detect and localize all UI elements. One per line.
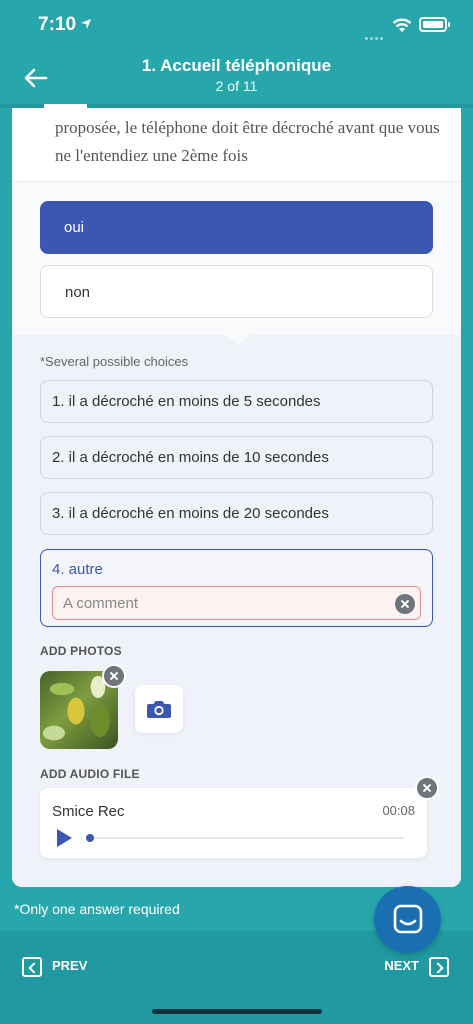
audio-progress-track[interactable] bbox=[89, 837, 404, 839]
audio-player: Smice Rec 00:08 bbox=[40, 788, 427, 858]
chevron-left-icon bbox=[22, 956, 42, 977]
audio-name: Smice Rec bbox=[52, 803, 125, 820]
play-icon[interactable] bbox=[57, 829, 72, 847]
next-button[interactable]: NEXT bbox=[384, 955, 449, 977]
remove-audio-icon[interactable] bbox=[415, 776, 439, 800]
chevron-right-icon bbox=[429, 956, 449, 977]
footnote: *Only one answer required bbox=[14, 901, 180, 917]
answers-area: oui non bbox=[12, 181, 461, 335]
prev-label: PREV bbox=[52, 958, 88, 973]
choice-option-1[interactable]: 1. il a décroché en moins de 5 secondes bbox=[40, 380, 433, 423]
clear-comment-icon[interactable] bbox=[395, 594, 415, 614]
status-time: 7:10 bbox=[38, 14, 77, 35]
choice-option-2[interactable]: 2. il a décroché en moins de 10 secondes bbox=[40, 436, 433, 479]
question-card: proposée, le téléphone doit être décroch… bbox=[12, 108, 461, 887]
next-label: NEXT bbox=[384, 958, 419, 973]
home-indicator bbox=[152, 1009, 322, 1014]
choice-option-3[interactable]: 3. il a décroché en moins de 20 secondes bbox=[40, 492, 433, 535]
wifi-icon bbox=[392, 18, 412, 32]
details-panel: *Several possible choices 1. il a décroc… bbox=[12, 323, 461, 887]
header: 1. Accueil téléphonique 2 of 11 bbox=[0, 50, 473, 108]
page-title: 1. Accueil téléphonique bbox=[141, 56, 332, 75]
comment-input[interactable] bbox=[52, 586, 421, 620]
question-text: proposée, le téléphone doit être décroch… bbox=[55, 118, 440, 165]
choice-option-4[interactable]: 4. autre bbox=[40, 549, 433, 627]
audio-duration: 00:08 bbox=[382, 803, 415, 818]
choices-note: *Several possible choices bbox=[40, 354, 189, 369]
add-photos-label: ADD PHOTOS bbox=[40, 644, 122, 658]
status-bar: 7:10 bbox=[0, 0, 473, 50]
add-audio-label: ADD AUDIO FILE bbox=[40, 767, 140, 781]
answer-non-button[interactable]: non bbox=[40, 265, 433, 318]
battery-icon bbox=[419, 17, 450, 32]
remove-photo-icon[interactable] bbox=[102, 664, 126, 688]
prev-button[interactable]: PREV bbox=[22, 955, 87, 977]
chat-icon bbox=[393, 904, 423, 934]
answer-oui-button[interactable]: oui bbox=[40, 201, 433, 254]
chat-button[interactable] bbox=[374, 886, 441, 953]
choice-option-4-label: 4. autre bbox=[52, 561, 103, 578]
audio-scrubber[interactable] bbox=[86, 834, 94, 842]
add-photo-button[interactable] bbox=[135, 685, 183, 733]
signal-icon bbox=[365, 27, 385, 45]
question-counter: 2 of 11 bbox=[215, 78, 258, 94]
camera-icon bbox=[147, 701, 171, 718]
location-arrow-icon bbox=[81, 19, 91, 29]
